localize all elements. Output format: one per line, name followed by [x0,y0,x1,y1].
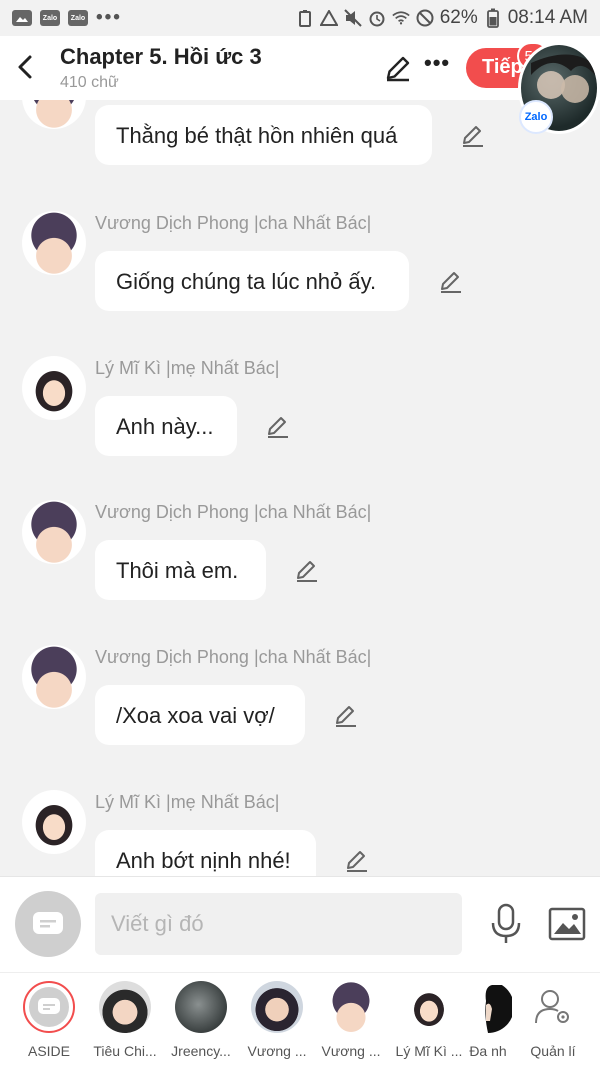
wifi-icon [391,9,410,27]
recycle-icon [319,9,338,27]
sender-avatar[interactable] [22,356,86,420]
chat-bubble-icon [33,912,63,934]
sender-avatar[interactable] [22,645,86,709]
status-bar: Zalo Zalo ••• 62% 08:14 AM [0,0,600,36]
microphone-button[interactable] [488,903,524,945]
mute-icon [343,9,362,27]
tab-character-6[interactable]: Đa nh [458,981,518,1059]
edit-title-button[interactable] [384,54,412,82]
message-bubble[interactable]: Thôi mà em. [95,540,266,600]
battery-percent: 62% [439,7,478,28]
pencil-icon [347,851,367,872]
sender-avatar[interactable] [22,790,86,854]
edit-message-button[interactable] [333,703,359,729]
edit-message-button[interactable] [344,848,370,874]
character-avatar [462,981,514,1033]
pencil-icon [336,706,356,727]
chevron-left-icon [18,55,32,79]
message-bubble[interactable]: Anh bớt nịnh nhé! [95,830,316,876]
user-settings-icon [535,990,569,1024]
pencil-icon [386,56,410,82]
chat-bubble-icon [38,998,60,1014]
word-count: 410 chữ [60,74,119,91]
back-button[interactable] [10,50,40,84]
tab-label: Quản lí [530,1043,576,1059]
character-avatar [325,981,377,1033]
app-header: Chapter 5. Hồi ức 3 410 chữ ••• Tiếp [0,36,600,100]
edit-message-button[interactable] [438,269,464,295]
message-bubble[interactable]: /Xoa xoa vai vợ/ [95,685,305,745]
message-composer [0,876,600,972]
data-saver-icon [296,9,314,27]
image-icon [12,10,32,26]
tab-label: Lý Mĩ Kì ... [395,1043,463,1059]
edit-message-button[interactable] [265,414,291,440]
tab-character-4[interactable]: Vương ... [314,981,388,1059]
sender-avatar[interactable] [22,211,86,275]
tab-character-5[interactable]: Lý Mĩ Kì ... [392,981,466,1059]
microphone-icon [491,903,521,943]
message-input[interactable] [95,893,462,955]
more-notifications-icon: ••• [96,7,122,28]
zalo-badge-icon: Zalo [519,100,553,134]
tab-label: Jreency... [171,1043,231,1059]
clock-time: 08:14 AM [507,7,588,28]
character-avatar [175,981,227,1033]
tab-label: Vương ... [321,1043,381,1059]
message-bubble[interactable]: Thằng bé thật hồn nhiên quá [95,105,432,165]
character-avatar [403,981,455,1033]
more-options-button[interactable]: ••• [424,50,450,76]
sender-avatar[interactable] [22,500,86,564]
message-bubble[interactable]: Giống chúng ta lúc nhỏ ấy. [95,251,409,311]
battery-icon [484,8,502,28]
message-bubble[interactable]: Anh này... [95,396,237,456]
status-left-icons: Zalo Zalo ••• [12,7,122,29]
pencil-icon [463,126,483,147]
image-button[interactable] [548,907,586,941]
chat-thread[interactable]: Thằng bé thật hồn nhiên quá Vương Dịch Ph… [0,100,600,876]
sender-name: Lý Mĩ Kì |mẹ Nhất Bác| [95,358,280,378]
pencil-icon [297,561,317,582]
chapter-title: Chapter 5. Hồi ức 3 [60,44,262,69]
tab-manage[interactable]: Quản lí [516,981,590,1059]
edit-message-button[interactable] [294,558,320,584]
alarm-icon [368,9,386,27]
sender-name: Vương Dịch Phong |cha Nhất Bác| [95,647,372,667]
tab-label: ASIDE [27,1043,70,1059]
sender-name: Vương Dịch Phong |cha Nhất Bác| [95,213,372,233]
tab-label: Vương ... [247,1043,307,1059]
sender-avatar[interactable] [22,100,86,129]
manage-icon-wrap [527,981,579,1033]
tab-label: Tiêu Chi... [93,1043,157,1059]
aside-toggle-button[interactable] [15,891,81,957]
tab-character-2[interactable]: Jreency... [164,981,238,1059]
image-icon [548,907,586,941]
status-right: 62% 08:14 AM [296,7,588,29]
tab-character-3[interactable]: Vương ... [240,981,314,1059]
tab-label: Đa nh [469,1043,507,1059]
character-avatar [99,981,151,1033]
do-not-disturb-icon [416,9,434,27]
pencil-icon [441,272,461,293]
aside-avatar [23,981,75,1033]
character-avatar [251,981,303,1033]
pencil-icon [268,417,288,438]
edit-message-button[interactable] [460,123,486,149]
sender-name: Lý Mĩ Kì |mẹ Nhất Bác| [95,792,280,812]
zalo-icon: Zalo [40,10,60,26]
tab-aside[interactable]: ASIDE [12,981,86,1059]
character-bar: ASIDE Tiêu Chi... Jreency... Vương ... V… [0,972,600,1067]
sender-name: Vương Dịch Phong |cha Nhất Bác| [95,502,372,522]
tab-character-1[interactable]: Tiêu Chi... [88,981,162,1059]
zalo-icon: Zalo [68,10,88,26]
